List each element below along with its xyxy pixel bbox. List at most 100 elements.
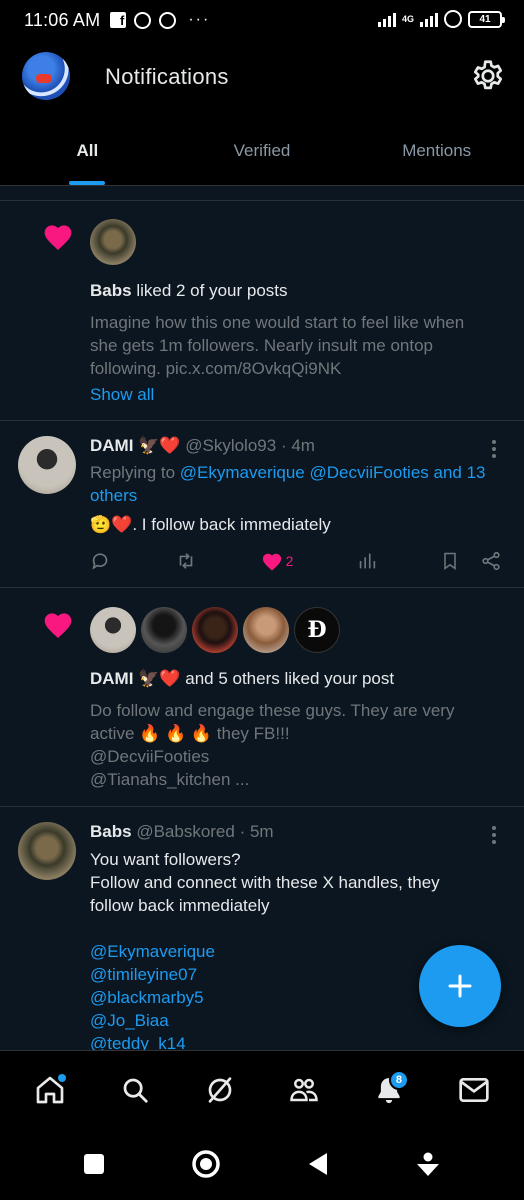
recents-icon[interactable] xyxy=(83,1153,105,1175)
like-action: and 5 others liked your post xyxy=(185,669,395,688)
reply-button[interactable] xyxy=(90,550,112,572)
actor-name[interactable]: DAMI 🦅❤️ xyxy=(90,669,181,688)
search-icon xyxy=(123,1078,148,1103)
bottom-nav: 8 xyxy=(0,1050,524,1128)
plus-icon xyxy=(448,974,472,998)
status-bar: 11:06 AM f ··· 4G 41 xyxy=(0,0,524,40)
nav-messages[interactable] xyxy=(450,1066,498,1114)
heart-icon xyxy=(44,613,72,638)
bookmark-share-group xyxy=(440,550,502,572)
avatar[interactable] xyxy=(90,607,136,653)
notification-tabs: All Verified Mentions xyxy=(0,116,524,186)
back-icon[interactable] xyxy=(307,1152,329,1176)
whatsapp-icon xyxy=(134,11,152,29)
more-options-icon[interactable] xyxy=(492,826,498,844)
battery-icon: 41 xyxy=(468,10,505,28)
like-button[interactable]: 2 xyxy=(261,551,294,571)
like-count: 2 xyxy=(285,553,294,569)
actor-name[interactable]: Babs xyxy=(90,281,132,300)
signal-icon xyxy=(377,11,396,27)
tab-all[interactable]: All xyxy=(0,116,175,185)
assistant-icon[interactable] xyxy=(415,1151,441,1177)
post-actions: 2 xyxy=(90,550,502,572)
unread-dot xyxy=(58,1073,67,1082)
avatar[interactable] xyxy=(18,822,76,880)
post-preview-line: active 🔥 🔥 🔥 they FB!!! xyxy=(90,724,290,743)
profile-avatar[interactable] xyxy=(22,52,70,100)
mention-link[interactable]: @timileyine07 xyxy=(90,963,197,986)
system-navigation xyxy=(0,1128,524,1200)
post-text-line: follow back immediately xyxy=(90,896,270,915)
notifications-feed[interactable]: Babs liked 2 of your posts Imagine how t… xyxy=(0,186,524,1050)
mention-link[interactable]: @blackmarby5 xyxy=(90,986,204,1009)
post-preview-line: @Tianahs_kitchen ... xyxy=(90,770,250,789)
post-header: Babs @Babskored · 5m xyxy=(90,820,274,843)
avatar[interactable] xyxy=(90,219,136,265)
like-summary: DAMI 🦅❤️ and 5 others liked your post xyxy=(90,667,394,690)
like-action: liked 2 of your posts xyxy=(136,281,288,300)
grok-icon xyxy=(208,1076,231,1103)
nav-grok[interactable] xyxy=(196,1066,244,1114)
top-app-bar: Notifications xyxy=(0,40,524,116)
heart-icon xyxy=(44,225,72,250)
nav-notifications[interactable]: 8 xyxy=(365,1066,413,1114)
like-summary: Babs liked 2 of your posts xyxy=(90,279,288,302)
avatar[interactable] xyxy=(192,607,238,653)
author-handle[interactable]: @Babskored xyxy=(136,822,235,841)
repost-icon xyxy=(179,553,193,569)
post-preview-line: Imagine how this one would start to feel… xyxy=(90,313,465,332)
page-title: Notifications xyxy=(105,64,229,89)
mention-link[interactable]: @Jo_Biaa xyxy=(90,1009,169,1032)
author-name[interactable]: DAMI 🦅❤️ xyxy=(90,436,181,455)
like-notification[interactable]: Babs liked 2 of your posts Imagine how t… xyxy=(0,200,524,421)
post-preview-line: she gets 1m followers. Nearly insult me … xyxy=(90,336,433,355)
share-icon[interactable] xyxy=(480,550,502,572)
tab-all-label: All xyxy=(76,140,99,160)
reply-icon xyxy=(92,553,108,570)
heart-filled-icon xyxy=(262,553,281,571)
status-notification-icons: f ··· xyxy=(110,11,210,29)
network-type: 4G xyxy=(401,13,414,24)
nav-search[interactable] xyxy=(111,1066,159,1114)
mention-link[interactable]: @Ekymaverique xyxy=(90,940,215,963)
replying-users[interactable]: @Ekymaverique @DecviiFooties and 13 xyxy=(180,463,486,482)
post-text-line: You want followers? xyxy=(90,850,241,869)
reply-header: DAMI 🦅❤️ @Skylolo93 · 4m xyxy=(90,434,315,457)
analytics-icon xyxy=(359,553,375,569)
compose-button[interactable] xyxy=(419,945,501,1027)
facebook-icon: f xyxy=(110,12,127,28)
more-options-icon[interactable] xyxy=(492,440,498,458)
mention-link[interactable]: @teddy_k14 xyxy=(90,1032,186,1050)
repost-button[interactable] xyxy=(174,550,198,572)
avatar[interactable] xyxy=(243,607,289,653)
author-name[interactable]: Babs xyxy=(90,822,132,841)
tab-mentions[interactable]: Mentions xyxy=(349,116,524,185)
replying-others[interactable]: others xyxy=(90,484,137,507)
signal-icon-2 xyxy=(420,11,438,27)
avatar[interactable] xyxy=(141,607,187,653)
nav-communities[interactable] xyxy=(280,1066,328,1114)
replying-to: Replying to @Ekymaverique @DecviiFooties… xyxy=(90,461,486,484)
tab-active-indicator xyxy=(69,181,106,185)
like-notification[interactable]: Ð DAMI 🦅❤️ and 5 others liked your post … xyxy=(0,589,524,807)
tab-verified[interactable]: Verified xyxy=(175,116,350,185)
bookmark-icon[interactable] xyxy=(440,550,460,572)
avatar[interactable] xyxy=(18,436,76,494)
communities-icon xyxy=(290,1078,319,1101)
avatar[interactable]: Ð xyxy=(294,607,340,653)
post-time: · 5m xyxy=(239,822,274,841)
settings-gear-icon[interactable] xyxy=(470,58,506,94)
reply-notification[interactable]: DAMI 🦅❤️ @Skylolo93 · 4m Replying to @Ek… xyxy=(0,422,524,588)
post-preview-line: following. pic.x.com/8OvkqQi9NK xyxy=(90,359,342,378)
views-button[interactable] xyxy=(356,550,378,572)
post-preview-line: @DecviiFooties xyxy=(90,747,210,766)
author-handle[interactable]: @Skylolo93 xyxy=(185,436,276,455)
messenger-icon xyxy=(159,11,177,29)
show-all-link[interactable]: Show all xyxy=(90,383,154,406)
nav-home[interactable] xyxy=(26,1066,74,1114)
status-time: 11:06 AM xyxy=(24,9,101,30)
hotspot-icon xyxy=(444,10,462,28)
post-preview-line: Do follow and engage these guys. They ar… xyxy=(90,701,455,720)
home-circle-icon[interactable] xyxy=(191,1149,221,1179)
replying-prefix: Replying to xyxy=(90,463,176,482)
